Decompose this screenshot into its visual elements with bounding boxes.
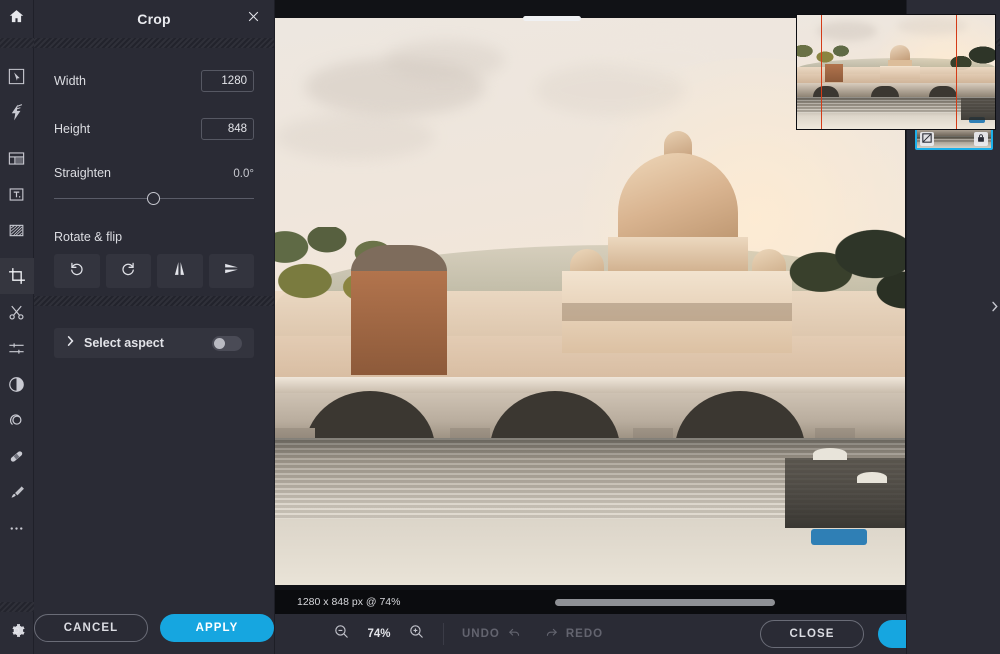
straighten-label: Straighten <box>54 166 111 180</box>
flip-vertical-icon <box>222 259 241 283</box>
zoom-in-button[interactable] <box>408 623 425 645</box>
straighten-value: 0.0° <box>233 168 254 180</box>
history-controls: UNDO REDO <box>462 625 603 643</box>
rotate-flip-buttons <box>54 254 254 288</box>
scrollbar-thumb[interactable] <box>523 16 581 21</box>
sidebar-item-liquify[interactable] <box>0 94 34 130</box>
chevron-right-icon <box>66 334 75 352</box>
sidebar-item-pattern[interactable] <box>0 212 34 248</box>
rotate-left-button[interactable] <box>54 254 100 288</box>
sidebar-item-cutout[interactable] <box>0 294 34 330</box>
crop-panel-body: Width Height Straighten 0.0° Rotate & fl… <box>34 48 274 296</box>
zoom-in-icon <box>408 625 425 644</box>
collapse-layers-button[interactable] <box>986 300 1000 318</box>
sliders-icon <box>7 339 26 358</box>
navigator-viewport-rect[interactable] <box>821 15 957 129</box>
home-icon <box>8 8 25 30</box>
straighten-row: Straighten 0.0° <box>54 166 254 180</box>
panel-divider-2 <box>34 296 274 306</box>
panel-header: Crop <box>34 0 274 38</box>
zoom-controls: 74% <box>275 623 425 645</box>
crop-panel: Crop Width Height Straighten <box>34 0 275 654</box>
toolbar-divider <box>443 623 444 645</box>
rotate-ccw-icon <box>67 259 86 283</box>
sidebar-item-heal[interactable] <box>0 438 34 474</box>
brush-icon <box>7 483 26 502</box>
text-t-icon <box>7 185 26 204</box>
width-row: Width <box>54 66 254 96</box>
sidebar-item-detail[interactable] <box>0 402 34 438</box>
layer-lock-badge[interactable] <box>973 130 988 148</box>
redo-label: REDO <box>565 628 604 640</box>
zoom-out-icon <box>333 625 350 644</box>
bandage-icon <box>7 447 26 466</box>
straighten-slider[interactable] <box>54 188 254 210</box>
crop-panel-actions: CANCEL APPLY <box>34 606 274 654</box>
cursor-arrow-icon <box>7 67 26 86</box>
sidebar-item-effects[interactable] <box>0 366 34 402</box>
height-row: Height <box>54 114 254 144</box>
canvas-scrollbar-horizontal-bottom[interactable] <box>555 599 775 606</box>
lock-icon <box>976 130 986 148</box>
hatched-square-icon <box>7 221 26 240</box>
redo-button[interactable]: REDO <box>544 625 603 643</box>
cancel-button[interactable]: CANCEL <box>34 614 148 642</box>
layout-panel-icon <box>7 149 26 168</box>
undo-label: UNDO <box>462 628 500 640</box>
apply-button[interactable]: APPLY <box>160 614 274 642</box>
redo-arrow-icon <box>544 625 559 643</box>
select-aspect-row[interactable]: Select aspect <box>54 328 254 358</box>
sidebar-item-layout[interactable] <box>0 140 34 176</box>
flip-vertical-button[interactable] <box>208 254 254 288</box>
crop-icon <box>7 266 27 286</box>
page-title: Crop <box>137 11 171 27</box>
home-button[interactable] <box>0 0 34 38</box>
zoom-level-value[interactable]: 74% <box>364 628 394 640</box>
rotate-right-button[interactable] <box>105 254 151 288</box>
select-aspect-toggle[interactable] <box>212 335 242 351</box>
flip-horizontal-icon <box>170 259 189 283</box>
contrast-circle-icon <box>7 375 26 394</box>
chevron-right-icon <box>990 300 999 318</box>
rotate-flip-label: Rotate & flip <box>54 230 123 244</box>
spiral-icon <box>7 411 26 430</box>
left-toolbar <box>0 0 34 654</box>
rail-divider-bottom <box>0 602 34 612</box>
crop-width-input[interactable] <box>201 70 254 92</box>
select-aspect-label: Select aspect <box>84 336 164 350</box>
zoom-out-button[interactable] <box>333 623 350 645</box>
sidebar-item-text[interactable] <box>0 176 34 212</box>
lightning-icon <box>7 103 26 122</box>
close-panel-button[interactable] <box>244 10 262 28</box>
scissors-icon <box>7 303 26 322</box>
sidebar-item-crop[interactable] <box>0 258 34 294</box>
panel-divider <box>34 38 274 48</box>
undo-arrow-icon <box>507 625 522 643</box>
sidebar-item-retouch[interactable] <box>0 474 34 510</box>
image-size-status: 1280 x 848 px @ 74% <box>297 596 401 608</box>
mask-icon <box>921 130 932 148</box>
flip-horizontal-button[interactable] <box>157 254 203 288</box>
canvas-status-strip: 1280 x 848 px @ 74% <box>275 590 1000 614</box>
height-label: Height <box>54 122 91 136</box>
rail-divider <box>0 38 34 48</box>
slider-knob[interactable] <box>147 192 160 205</box>
navigator-minimap[interactable] <box>796 14 996 130</box>
close-icon <box>247 10 260 28</box>
bottom-toolbar: 74% UNDO REDO CLOSE <box>275 614 1000 654</box>
gear-icon <box>7 621 26 645</box>
settings-button[interactable] <box>7 612 26 654</box>
sidebar-item-adjust[interactable] <box>0 330 34 366</box>
close-button[interactable]: CLOSE <box>760 620 864 648</box>
canvas-area[interactable] <box>275 0 1000 590</box>
width-label: Width <box>54 74 86 88</box>
crop-height-input[interactable] <box>201 118 254 140</box>
undo-button[interactable]: UNDO <box>462 625 522 643</box>
more-tools-button[interactable] <box>0 510 34 546</box>
ellipsis-icon <box>7 519 26 538</box>
sidebar-item-arrange[interactable] <box>0 58 34 94</box>
layer-mask-badge[interactable] <box>919 130 934 148</box>
rotate-cw-icon <box>119 259 138 283</box>
toggle-knob <box>214 337 225 349</box>
